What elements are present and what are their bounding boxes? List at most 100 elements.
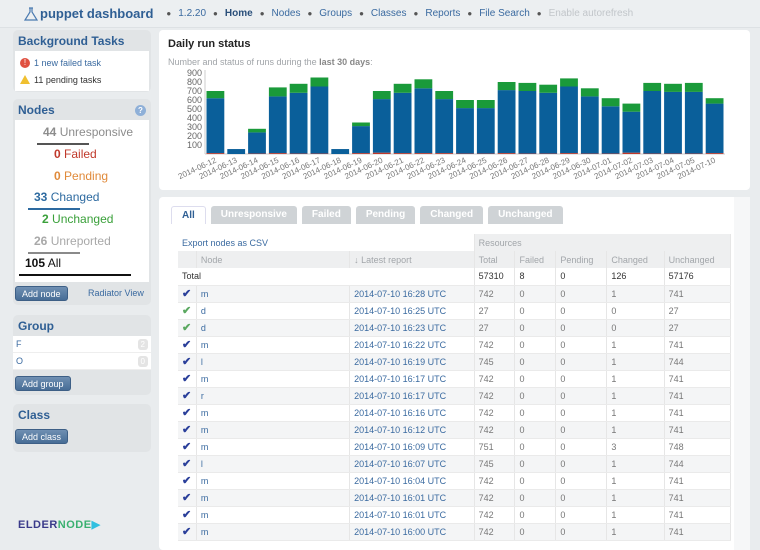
table-row[interactable]: ✔ m 2014-07-10 16:17 UTC 742 0 0 1 741 bbox=[178, 370, 732, 388]
table-row[interactable]: ✔ l 2014-07-10 16:19 UTC 745 0 0 1 744 bbox=[178, 353, 732, 371]
table-row[interactable]: ✔ m 2014-07-10 16:01 UTC 742 0 0 1 741 bbox=[178, 489, 732, 507]
table-row[interactable]: ✔ m 2014-07-10 16:16 UTC 742 0 0 1 741 bbox=[178, 404, 732, 422]
group-name[interactable]: O bbox=[16, 356, 23, 366]
node-stat-unresponsive[interactable]: 44 Unresponsive bbox=[43, 125, 133, 139]
table-row[interactable]: ✔ m 2014-07-10 16:22 UTC 742 0 0 1 741 bbox=[178, 336, 732, 354]
table-row[interactable]: ✔ d 2014-07-10 16:25 UTC 27 0 0 0 27 bbox=[178, 302, 732, 320]
node-link[interactable]: m bbox=[196, 404, 351, 422]
report-link[interactable]: 2014-07-10 16:07 UTC bbox=[349, 455, 475, 473]
column-header-failed[interactable]: Failed bbox=[514, 251, 557, 268]
nav-nodes[interactable]: Nodes bbox=[272, 8, 301, 19]
group-item[interactable]: F2 bbox=[13, 336, 151, 353]
scrollbar[interactable] bbox=[734, 197, 750, 550]
tab-pending[interactable]: Pending bbox=[355, 206, 416, 224]
report-link[interactable]: 2014-07-10 16:25 UTC bbox=[349, 302, 475, 320]
table-row[interactable]: ✔ d 2014-07-10 16:23 UTC 27 0 0 0 27 bbox=[178, 319, 732, 337]
report-link[interactable]: 2014-07-10 16:19 UTC bbox=[349, 353, 475, 371]
node-link[interactable]: m bbox=[196, 285, 351, 303]
node-stat-unreported[interactable]: 26 Unreported bbox=[34, 234, 111, 248]
resource-count: 742 bbox=[474, 421, 516, 439]
resource-count: 741 bbox=[664, 489, 732, 507]
report-link[interactable]: 2014-07-10 16:09 UTC bbox=[349, 438, 475, 456]
report-link[interactable]: 2014-07-10 16:22 UTC bbox=[349, 336, 475, 354]
report-link[interactable]: 2014-07-10 16:17 UTC bbox=[349, 387, 475, 405]
resource-count: 742 bbox=[474, 387, 516, 405]
table-row[interactable]: ✔ m 2014-07-10 16:04 UTC 742 0 0 1 741 bbox=[178, 472, 732, 490]
node-link[interactable]: m bbox=[196, 336, 351, 354]
report-link[interactable]: 2014-07-10 16:17 UTC bbox=[349, 370, 475, 388]
node-link[interactable]: m bbox=[196, 472, 351, 490]
failed-task-link[interactable]: 1 new failed task bbox=[34, 58, 101, 68]
table-row[interactable]: ✔ r 2014-07-10 16:17 UTC 742 0 0 1 741 bbox=[178, 387, 732, 405]
export-csv-link[interactable]: Export nodes as CSV bbox=[182, 238, 268, 248]
enable-autorefresh-link[interactable]: Enable autorefresh bbox=[549, 8, 634, 19]
column-header-node[interactable]: Node bbox=[196, 251, 351, 268]
nav-file-search[interactable]: File Search bbox=[479, 8, 530, 19]
flask-icon bbox=[24, 6, 38, 21]
node-stat-all[interactable]: 105 All bbox=[25, 256, 61, 270]
nav-home[interactable]: Home bbox=[225, 8, 253, 19]
resource-count: 742 bbox=[474, 506, 516, 524]
group-name[interactable]: F bbox=[16, 339, 22, 349]
nav-classes[interactable]: Classes bbox=[371, 8, 407, 19]
tab-changed[interactable]: Changed bbox=[420, 206, 484, 224]
table-row[interactable]: ✔ l 2014-07-10 16:07 UTC 745 0 0 1 744 bbox=[178, 455, 732, 473]
node-link[interactable]: l bbox=[196, 353, 351, 371]
report-link[interactable]: 2014-07-10 16:16 UTC bbox=[349, 404, 475, 422]
column-header-pending[interactable]: Pending bbox=[555, 251, 608, 268]
report-link[interactable]: 2014-07-10 16:04 UTC bbox=[349, 472, 475, 490]
node-stat-unchanged[interactable]: 2 Unchanged bbox=[42, 212, 113, 226]
column-header-total[interactable]: Total bbox=[474, 251, 516, 268]
resource-count: 27 bbox=[474, 302, 516, 320]
report-link[interactable]: 2014-07-10 16:23 UTC bbox=[349, 319, 475, 337]
node-link[interactable]: d bbox=[196, 302, 351, 320]
nav-reports[interactable]: Reports bbox=[425, 8, 460, 19]
resource-count: 0 bbox=[514, 472, 557, 490]
report-link[interactable]: 2014-07-10 16:28 UTC bbox=[349, 285, 475, 303]
node-link[interactable]: m bbox=[196, 506, 351, 524]
node-link[interactable]: m bbox=[196, 370, 351, 388]
node-link[interactable]: m bbox=[196, 489, 351, 507]
node-stat-failed[interactable]: 0 Failed bbox=[54, 147, 97, 161]
node-link[interactable]: l bbox=[196, 455, 351, 473]
report-link[interactable]: 2014-07-10 16:12 UTC bbox=[349, 421, 475, 439]
report-link[interactable]: 2014-07-10 16:01 UTC bbox=[349, 506, 475, 524]
table-row[interactable]: ✔ m 2014-07-10 16:28 UTC 742 0 0 1 741 bbox=[178, 285, 732, 303]
node-link[interactable]: m bbox=[196, 438, 351, 456]
radiator-view-link[interactable]: Radiator View bbox=[88, 288, 144, 298]
y-tick-label: 800 bbox=[187, 77, 202, 87]
report-link[interactable]: 2014-07-10 16:01 UTC bbox=[349, 489, 475, 507]
table-row[interactable]: ✔ m 2014-07-10 16:00 UTC 742 0 0 1 741 bbox=[178, 523, 732, 541]
node-link[interactable]: r bbox=[196, 387, 351, 405]
column-header-latestreport[interactable]: ↓ Latest report bbox=[349, 251, 475, 268]
node-link[interactable]: d bbox=[196, 319, 351, 337]
resource-count: 0 bbox=[555, 489, 608, 507]
column-header-unchanged[interactable]: Unchanged bbox=[664, 251, 732, 268]
y-tick-label: 300 bbox=[187, 122, 202, 132]
add-group-button[interactable]: Add group bbox=[15, 376, 71, 391]
nav-groups[interactable]: Groups bbox=[319, 8, 352, 19]
table-row[interactable]: ✔ m 2014-07-10 16:01 UTC 742 0 0 1 741 bbox=[178, 506, 732, 524]
add-class-button[interactable]: Add class bbox=[15, 429, 69, 444]
node-link[interactable]: m bbox=[196, 523, 351, 541]
add-node-button[interactable]: Add node bbox=[15, 286, 68, 301]
daily-run-chart: 1002003004005006007008009002014-06-12201… bbox=[177, 68, 725, 181]
tab-unresponsive[interactable]: Unresponsive bbox=[210, 206, 297, 224]
tab-unchanged[interactable]: Unchanged bbox=[488, 206, 563, 224]
tab-failed[interactable]: Failed bbox=[301, 206, 351, 224]
node-stat-changed[interactable]: 33 Changed bbox=[34, 190, 99, 204]
nav-separator: ● bbox=[359, 9, 364, 18]
resource-count: 741 bbox=[664, 336, 732, 354]
tab-all[interactable]: All bbox=[171, 206, 206, 224]
node-stat-pending[interactable]: 0 Pending bbox=[54, 169, 108, 183]
nodes-table: Export nodes as CSV Resources Node ↓ Lates… bbox=[178, 234, 732, 541]
node-link[interactable]: m bbox=[196, 421, 351, 439]
resource-count: 0 bbox=[514, 523, 557, 541]
column-header-changed[interactable]: Changed bbox=[606, 251, 665, 268]
help-icon[interactable]: ? bbox=[135, 104, 146, 116]
table-row[interactable]: ✔ m 2014-07-10 16:12 UTC 742 0 0 1 741 bbox=[178, 421, 732, 439]
app-logo[interactable]: puppet dashboard bbox=[24, 6, 153, 21]
report-link[interactable]: 2014-07-10 16:00 UTC bbox=[349, 523, 475, 541]
table-row[interactable]: ✔ m 2014-07-10 16:09 UTC 751 0 0 3 748 bbox=[178, 438, 732, 456]
group-item[interactable]: O0 bbox=[13, 353, 151, 370]
